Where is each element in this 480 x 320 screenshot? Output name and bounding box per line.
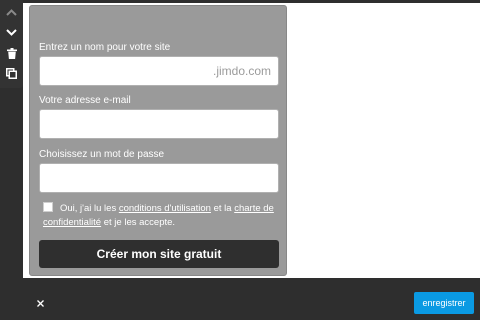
terms-prefix: Oui, j'ai lu les bbox=[60, 203, 117, 214]
copy-button[interactable] bbox=[2, 64, 21, 82]
terms-consent: Oui, j'ai lu les conditions d'utilisatio… bbox=[43, 202, 279, 230]
email-label: Votre adresse e-mail bbox=[39, 95, 131, 106]
move-down-button[interactable] bbox=[2, 23, 21, 41]
password-label: Choisissez un mot de passe bbox=[39, 149, 165, 160]
copy-icon bbox=[6, 67, 17, 79]
terms-of-use-link[interactable]: conditions d'utilisation bbox=[119, 203, 211, 214]
close-icon bbox=[36, 299, 44, 307]
editor-footer: enregistrer bbox=[23, 287, 480, 320]
terms-middle: et la bbox=[213, 203, 232, 214]
trash-icon bbox=[6, 47, 17, 59]
site-name-label: Entrez un nom pour votre site bbox=[39, 42, 171, 53]
chevron-up-icon bbox=[6, 8, 17, 16]
move-up-button[interactable] bbox=[2, 3, 21, 21]
create-site-button[interactable]: Créer mon site gratuit bbox=[39, 240, 279, 268]
delete-button[interactable] bbox=[2, 44, 21, 62]
signup-form: Entrez un nom pour votre site Votre adre… bbox=[29, 5, 287, 276]
save-button[interactable]: enregistrer bbox=[414, 292, 474, 314]
block-toolbar bbox=[0, 0, 23, 88]
close-button[interactable] bbox=[34, 297, 46, 309]
terms-checkbox[interactable] bbox=[43, 202, 53, 212]
chevron-down-icon bbox=[6, 28, 17, 36]
terms-suffix: et je les accepte. bbox=[103, 217, 176, 228]
password-input[interactable] bbox=[39, 163, 279, 193]
email-input[interactable] bbox=[39, 109, 279, 139]
site-name-input[interactable] bbox=[39, 56, 279, 86]
